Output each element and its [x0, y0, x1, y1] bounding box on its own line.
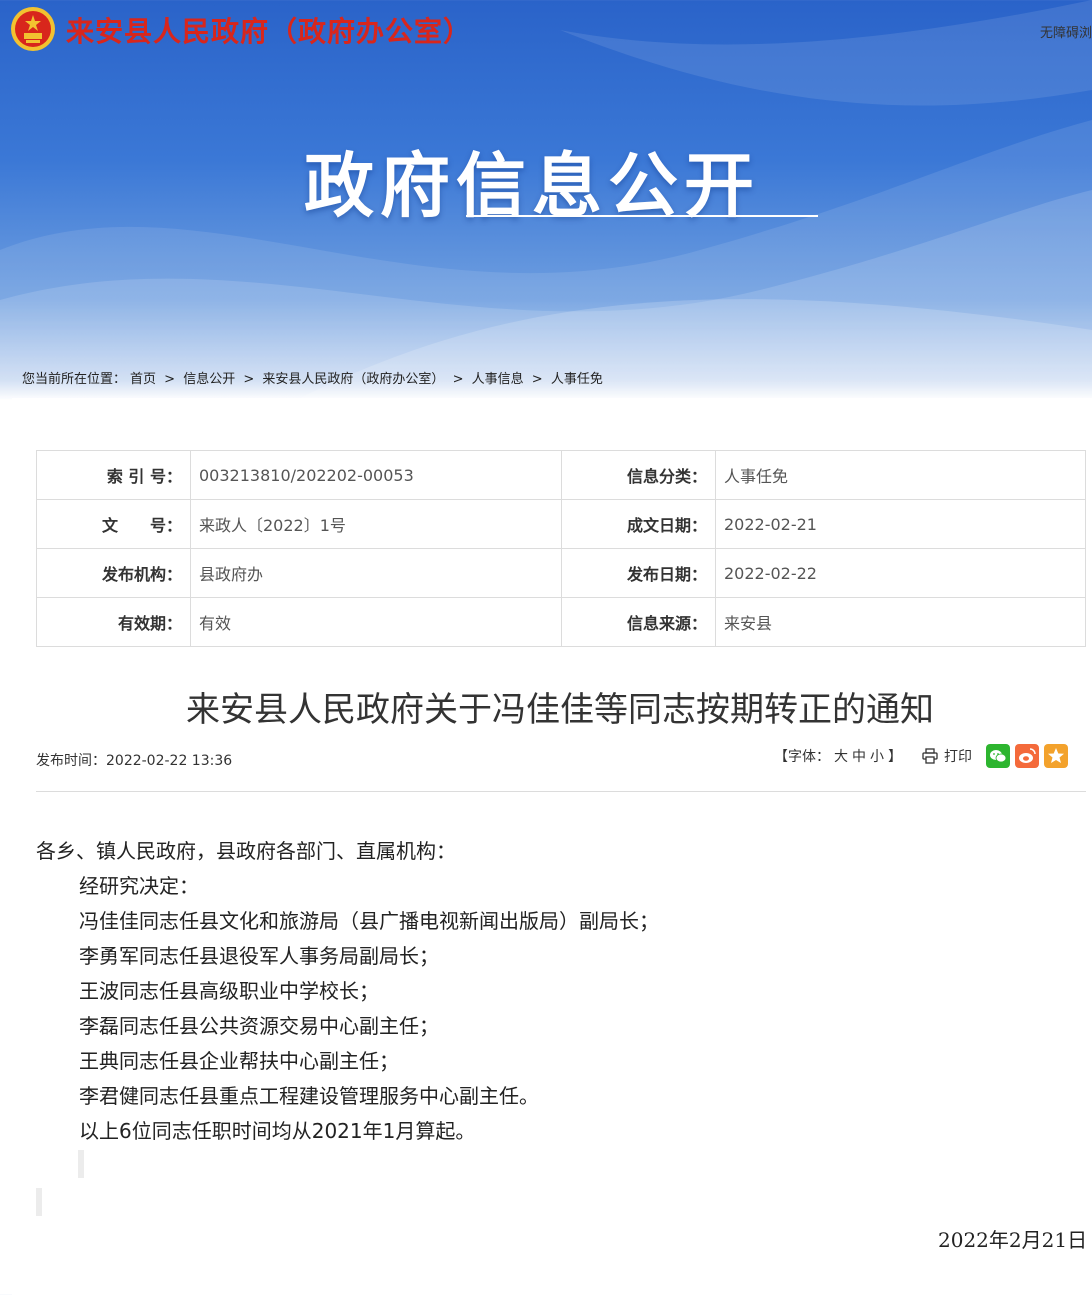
font-size-prefix: 【字体： — [774, 749, 830, 765]
meta-value: 人事任免 — [715, 450, 1086, 500]
meta-key: 成文日期： — [561, 499, 716, 549]
print-button[interactable]: 打印 — [922, 746, 972, 766]
meta-value: 2022-02-21 — [715, 499, 1086, 549]
breadcrumb-item-appointment[interactable]: 人事任免 — [551, 372, 603, 387]
meta-key: 信息来源： — [561, 597, 716, 647]
meta-key: 发布日期： — [561, 548, 716, 598]
signature-date: 2022年2月21日 — [938, 1228, 1088, 1252]
article-tools: 【字体：大中小】 打印 — [772, 744, 1068, 768]
wechat-icon — [990, 750, 1007, 763]
meta-value: 003213810/202202-00053 — [190, 450, 562, 500]
star-icon — [1048, 748, 1064, 763]
meta-key: 有效期： — [36, 597, 191, 647]
breadcrumb: 您当前所在位置： 首页 > 信息公开 > 来安县人民政府（政府办公室） > 人事信… — [20, 368, 605, 387]
meta-value: 有效 — [190, 597, 562, 647]
share-weibo-button[interactable] — [1015, 744, 1039, 768]
salutation: 各乡、镇人民政府，县政府各部门、直属机构： — [36, 839, 456, 863]
paragraph: 冯佳佳同志任县文化和旅游局（县广播电视新闻出版局）副局长； — [79, 909, 659, 933]
font-medium-button[interactable]: 中 — [852, 749, 866, 765]
empty-line-marker — [78, 1150, 84, 1178]
meta-value: 2022-02-22 — [715, 548, 1086, 598]
breadcrumb-separator: > — [243, 372, 255, 387]
table-row: 有效期： 有效 信息来源： 来安县 — [36, 597, 1086, 647]
breadcrumb-item-info[interactable]: 信息公开 — [183, 372, 235, 387]
meta-key: 发布机构： — [36, 548, 191, 598]
font-small-button[interactable]: 小 — [870, 749, 884, 765]
article-title: 来安县人民政府关于冯佳佳等同志按期转正的通知 — [186, 690, 934, 730]
print-label: 打印 — [944, 749, 972, 765]
table-row: 文 号： 来政人〔2022〕1号 成文日期： 2022-02-21 — [36, 499, 1086, 549]
meta-key: 索 引 号： — [36, 450, 191, 500]
paragraph: 李磊同志任县公共资源交易中心副主任； — [79, 1014, 439, 1038]
favorite-button[interactable] — [1044, 744, 1068, 768]
divider — [36, 791, 1086, 792]
site-title: 来安县人民政府（政府办公室） — [66, 15, 473, 48]
main-content: 索 引 号： 003213810/202202-00053 信息分类： 人事任免… — [12, 398, 1092, 1295]
font-size-control: 【字体：大中小】 — [772, 746, 904, 766]
font-size-suffix: 】 — [888, 749, 902, 765]
breadcrumb-prefix: 您当前所在位置： — [22, 372, 127, 387]
national-emblem-icon — [11, 7, 55, 51]
breadcrumb-item-home[interactable]: 首页 — [130, 372, 156, 387]
meta-value: 来安县 — [715, 597, 1086, 647]
breadcrumb-separator: > — [452, 372, 464, 387]
meta-table: 索 引 号： 003213810/202202-00053 信息分类： 人事任免… — [36, 450, 1086, 647]
paragraph: 王波同志任县高级职业中学校长； — [79, 979, 379, 1003]
meta-key: 信息分类： — [561, 450, 716, 500]
empty-line-marker — [36, 1188, 42, 1216]
paragraph: 李勇军同志任县退役军人事务局副局长； — [79, 944, 439, 968]
banner-title-underline — [466, 215, 818, 217]
table-row: 索 引 号： 003213810/202202-00053 信息分类： 人事任免 — [36, 450, 1086, 500]
paragraph: 李君健同志任县重点工程建设管理服务中心副主任。 — [79, 1084, 539, 1108]
paragraph: 以上6位同志任职时间均从2021年1月算起。 — [79, 1119, 476, 1143]
weibo-icon — [1019, 748, 1036, 763]
font-large-button[interactable]: 大 — [834, 749, 848, 765]
table-row: 发布机构： 县政府办 发布日期： 2022-02-22 — [36, 548, 1086, 598]
publish-time: 发布时间：2022-02-22 13:36 — [36, 753, 233, 769]
header-banner: 来安县人民政府（政府办公室） 无障碍浏 政府信息公开 您当前所在位置： 首页 > … — [0, 0, 1092, 398]
breadcrumb-separator: > — [164, 372, 176, 387]
accessibility-link[interactable]: 无障碍浏 — [1040, 22, 1092, 41]
share-wechat-button[interactable] — [986, 744, 1010, 768]
breadcrumb-item-office[interactable]: 来安县人民政府（政府办公室） — [262, 372, 444, 387]
meta-value: 县政府办 — [190, 548, 562, 598]
printer-icon — [922, 748, 938, 764]
breadcrumb-item-personnel[interactable]: 人事信息 — [472, 372, 524, 387]
meta-key: 文 号： — [36, 499, 191, 549]
meta-value: 来政人〔2022〕1号 — [190, 499, 562, 549]
breadcrumb-separator: > — [531, 372, 543, 387]
paragraph: 经研究决定： — [79, 874, 199, 898]
article-body: 各乡、镇人民政府，县政府各部门、直属机构： 经研究决定： 冯佳佳同志任县文化和旅… — [36, 834, 659, 1149]
paragraph: 王典同志任县企业帮扶中心副主任； — [79, 1049, 399, 1073]
